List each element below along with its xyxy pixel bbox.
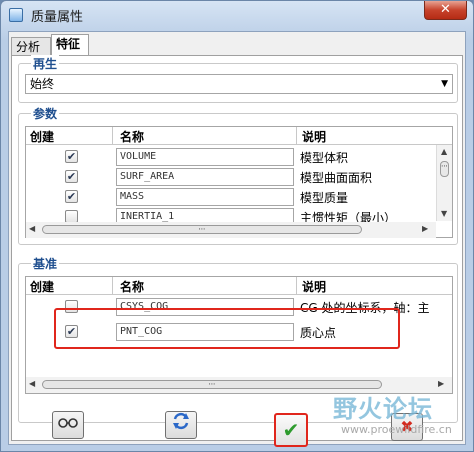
title-bar[interactable]: 质量属性 ✕	[1, 1, 473, 29]
col-create: 创建	[30, 130, 55, 144]
watermark-url: www.proewildfire.cn	[341, 423, 452, 436]
refresh-icon	[171, 412, 191, 434]
scroll-thumb[interactable]: ⋯	[440, 161, 449, 177]
create-checkbox[interactable]: ✔	[65, 170, 78, 183]
description: 模型质量	[300, 191, 349, 205]
params-table: 创建 名称 说明 ✔ VOLUME 模型体积 ✔ SURF_AREA 模型曲面面…	[25, 126, 453, 238]
chevron-down-icon: ▼	[441, 79, 448, 89]
close-button[interactable]: ✕	[424, 1, 467, 20]
col-name: 名称	[120, 130, 145, 144]
regen-legend: 再生	[31, 55, 60, 72]
table-row: ✔ MASS 模型质量	[26, 187, 436, 207]
description: 模型体积	[300, 151, 349, 165]
regen-dropdown[interactable]: 始终 ▼	[25, 74, 453, 94]
name-field[interactable]: SURF_AREA	[116, 168, 294, 186]
regen-selected-value: 始终	[30, 77, 55, 91]
feature-panel: 再生 始终 ▼ 参数 创建 名称 说明 ✔ VOLUME 模型体积 ✔ SURF…	[11, 55, 463, 441]
scroll-thumb[interactable]: ⋯	[42, 225, 362, 234]
col-create: 创建	[30, 280, 55, 294]
tab-analysis[interactable]: 分析	[11, 37, 51, 56]
col-desc: 说明	[302, 280, 327, 294]
dialog-body: 分析 特征 再生 始终 ▼ 参数 创建 名称 说明 ✔ VOLUME 模型体积 …	[8, 31, 466, 445]
tab-feature[interactable]: 特征	[51, 34, 89, 56]
description: 模型曲面面积	[300, 171, 373, 185]
divider	[112, 127, 113, 145]
datums-legend: 基准	[31, 255, 60, 272]
name-field[interactable]: VOLUME	[116, 148, 294, 166]
name-field[interactable]: MASS	[116, 188, 294, 206]
watermark-brand: 野火论坛	[333, 395, 433, 423]
watermark: 野火论坛 www.proewildfire.cn	[263, 385, 473, 445]
params-legend: 参数	[31, 105, 60, 122]
params-hscrollbar[interactable]: ◀ ⋯ ▶	[26, 222, 436, 238]
col-name: 名称	[120, 280, 145, 294]
app-icon	[9, 8, 23, 22]
scroll-down-icon[interactable]: ▼	[441, 209, 447, 218]
scroll-left-icon[interactable]: ◀	[29, 224, 35, 233]
divider	[112, 277, 113, 295]
glasses-icon	[57, 417, 79, 433]
datums-header: 创建 名称 说明	[26, 277, 452, 295]
create-checkbox[interactable]: ✔	[65, 150, 78, 163]
table-row: ✔ SURF_AREA 模型曲面面积	[26, 167, 436, 187]
window-title: 质量属性	[31, 10, 84, 25]
regen-group: 再生 始终 ▼	[18, 55, 458, 103]
params-header: 创建 名称 说明	[26, 127, 452, 145]
regenerate-button[interactable]	[165, 411, 197, 439]
scroll-right-icon[interactable]: ▶	[422, 224, 428, 233]
info-button[interactable]	[52, 411, 84, 439]
scroll-up-icon[interactable]: ▲	[441, 147, 447, 156]
col-desc: 说明	[302, 130, 327, 144]
params-vscrollbar[interactable]: ▲ ⋯ ▼	[436, 145, 452, 221]
annotation-highlight	[54, 308, 400, 349]
divider	[296, 277, 297, 295]
scroll-left-icon[interactable]: ◀	[29, 379, 35, 388]
table-row: ✔ VOLUME 模型体积	[26, 147, 436, 167]
params-group: 参数 创建 名称 说明 ✔ VOLUME 模型体积 ✔ SURF_AREA 模型…	[18, 105, 458, 245]
dialog-window: 质量属性 ✕ 分析 特征 再生 始终 ▼ 参数 创建 名称 说明 ✔ VOLUM…	[0, 0, 474, 452]
create-checkbox[interactable]: ✔	[65, 190, 78, 203]
divider	[296, 127, 297, 145]
